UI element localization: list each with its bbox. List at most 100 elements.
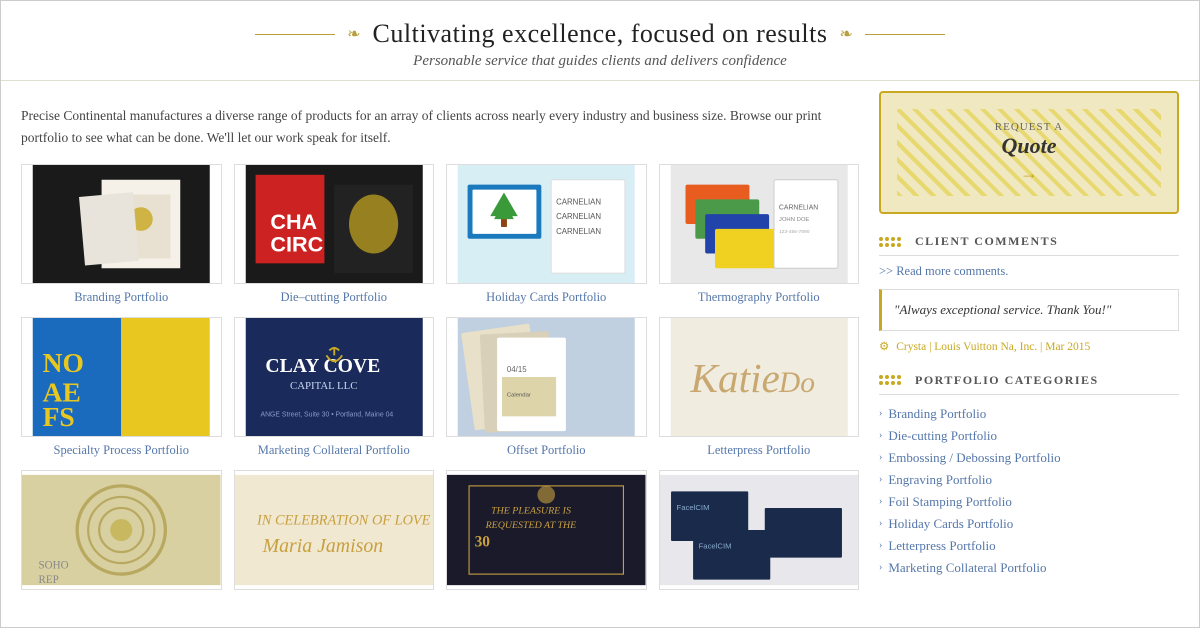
portfolio-item-thermography[interactable]: CARNELIAN JOHN DOE 123-456-7890 Thermogr… [659, 164, 860, 305]
category-link-5[interactable]: Holiday Cards Portfolio [888, 516, 1013, 532]
portfolio-thumb-letterpress2-partial: FacelCIM FacelCIM [659, 470, 860, 590]
portfolio-thumb-offset: 04/15 Calendar [446, 317, 647, 437]
category-list-item: ›Letterpress Portfolio [879, 535, 1179, 557]
right-column: REQUEST a Quote → [879, 91, 1179, 617]
portfolio-thumb-thermography: CARNELIAN JOHN DOE 123-456-7890 [659, 164, 860, 284]
portfolio-label-letterpress[interactable]: Letterpress Portfolio [707, 443, 810, 458]
svg-text:CAPITAL LLC: CAPITAL LLC [290, 380, 357, 392]
portfolio-item-foil-partial[interactable]: IN CELEBRATION OF LOVE Maria Jamison [234, 470, 435, 590]
svg-text:Calendar: Calendar [507, 393, 531, 399]
portfolio-item-holidaycards2-partial[interactable]: THE PLEASURE IS REQUESTED AT THE 30 [446, 470, 647, 590]
portfolio-label-holidaycards[interactable]: Holiday Cards Portfolio [486, 290, 606, 305]
svg-text:SOHO: SOHO [39, 560, 69, 572]
dots-pattern-categories [879, 375, 901, 385]
svg-text:IN CELEBRATION OF LOVE: IN CELEBRATION OF LOVE [256, 513, 431, 529]
portfolio-thumb-holidaycards2-partial: THE PLEASURE IS REQUESTED AT THE 30 [446, 470, 647, 590]
svg-text:JOHN DOE: JOHN DOE [778, 217, 809, 223]
portfolio-label-diecutting[interactable]: Die–cutting Portfolio [280, 290, 387, 305]
ornament-right-icon: ❧ [839, 24, 852, 44]
portfolio-grid: Branding Portfolio CHA CIRC [21, 164, 859, 458]
svg-text:CARNELIAN: CARNELIAN [556, 212, 601, 221]
category-link-4[interactable]: Foil Stamping Portfolio [888, 494, 1012, 510]
category-link-3[interactable]: Engraving Portfolio [888, 472, 992, 488]
portfolio-item-holidaycards[interactable]: CARNELIAN CARNELIAN CARNELIAN Holiday Ca… [446, 164, 647, 305]
svg-text:123-456-7890: 123-456-7890 [778, 229, 809, 235]
svg-text:CARNELIAN: CARNELIAN [778, 204, 817, 211]
page-wrapper: ❧ Cultivating excellence, focused on res… [0, 0, 1200, 628]
svg-text:30: 30 [475, 534, 491, 551]
comment-attribution: ⚙ Crysta | Louis Vuitton Na, Inc. | Mar … [879, 339, 1179, 353]
client-comments-title: CLIENT COMMENTS [915, 234, 1058, 249]
portfolio-categories-heading: PORTFOLIO CATEGORIES [879, 373, 1179, 395]
portfolio-item-diecutting[interactable]: CHA CIRC Die–cutting Portfolio [234, 164, 435, 305]
category-link-0[interactable]: Branding Portfolio [888, 406, 986, 422]
portfolio-item-letterpress[interactable]: Katie Do Letterpress Portfolio [659, 317, 860, 458]
chevron-right-icon: › [879, 408, 882, 419]
svg-text:THE PLEASURE IS: THE PLEASURE IS [491, 506, 571, 517]
left-column: Precise Continental manufactures a diver… [21, 91, 859, 617]
portfolio-label-marketing[interactable]: Marketing Collateral Portfolio [258, 443, 410, 458]
portfolio-grid-partial: SOHO REP IN CELEBRATION OF LOVE Maria Ja… [21, 470, 859, 590]
chevron-right-icon: › [879, 430, 882, 441]
category-list-item: › Die-cutting Portfolio [879, 425, 1179, 447]
svg-text:Katie: Katie [689, 355, 779, 401]
category-list-item: › Branding Portfolio [879, 403, 1179, 425]
svg-text:CLAY COVE: CLAY COVE [265, 355, 380, 377]
request-quote-box[interactable]: REQUEST a Quote → [879, 91, 1179, 214]
header-title: Cultivating excellence, focused on resul… [373, 19, 828, 49]
category-list: › Branding Portfolio › Die-cutting Portfoli… [879, 403, 1179, 579]
portfolio-item-engraving-partial[interactable]: SOHO REP [21, 470, 222, 590]
category-list-item: › Holiday Cards Portfolio [879, 513, 1179, 535]
quote-request-small: REQUEST a [909, 121, 1149, 133]
portfolio-thumb-holidaycards: CARNELIAN CARNELIAN CARNELIAN [446, 164, 647, 284]
category-link-6[interactable]: Letterpress Portfolio [888, 538, 995, 554]
ornament-line-right [865, 34, 945, 35]
portfolio-item-offset[interactable]: 04/15 Calendar Offset Portfolio [446, 317, 647, 458]
svg-text:NO: NO [43, 347, 84, 378]
comment-attribution-text: Crysta | Louis Vuitton Na, Inc. | Mar 20… [896, 341, 1090, 353]
svg-text:CHA: CHA [270, 209, 317, 234]
chevron-right-icon: › [879, 562, 882, 573]
svg-text:REP: REP [39, 574, 59, 586]
category-link-1[interactable]: Die-cutting Portfolio [888, 428, 997, 444]
portfolio-thumb-marketing: CLAY COVE CAPITAL LLC ANGE Street, Suite… [234, 317, 435, 437]
comment-text: "Always exceptional service. Thank You!" [894, 302, 1111, 317]
svg-text:CIRC: CIRC [270, 232, 323, 257]
read-more-comments-link[interactable]: >> Read more comments. [879, 264, 1179, 279]
portfolio-categories-title: PORTFOLIO CATEGORIES [915, 373, 1099, 388]
category-list-item: › Marketing Collateral Portfolio [879, 557, 1179, 579]
svg-text:REQUESTED AT THE: REQUESTED AT THE [485, 520, 577, 531]
attribution-icon: ⚙ [879, 341, 889, 353]
chevron-right-icon: › [879, 452, 882, 463]
chevron-right-icon: › [879, 496, 882, 507]
portfolio-thumb-diecutting: CHA CIRC [234, 164, 435, 284]
portfolio-label-branding[interactable]: Branding Portfolio [74, 290, 168, 305]
portfolio-item-specialty[interactable]: NO AE FS Specialty Process Portfolio [21, 317, 222, 458]
header-ornament: ❧ Cultivating excellence, focused on res… [21, 19, 1179, 49]
quote-box-pattern: REQUEST a Quote → [897, 109, 1161, 196]
client-comments-heading: CLIENT COMMENTS [879, 234, 1179, 256]
portfolio-item-letterpress2-partial[interactable]: FacelCIM FacelCIM [659, 470, 860, 590]
portfolio-label-thermography[interactable]: Thermography Portfolio [698, 290, 820, 305]
quote-arrow-icon: → [909, 163, 1149, 184]
portfolio-item-marketing[interactable]: CLAY COVE CAPITAL LLC ANGE Street, Suite… [234, 317, 435, 458]
svg-text:04/15: 04/15 [507, 365, 527, 374]
chevron-right-icon: › [879, 474, 882, 485]
svg-text:CARNELIAN: CARNELIAN [556, 198, 601, 207]
svg-text:FacelCIM: FacelCIM [676, 503, 709, 512]
svg-text:Maria Jamison: Maria Jamison [261, 535, 383, 557]
category-link-2[interactable]: Embossing / Debossing Portfolio [888, 450, 1060, 466]
chevron-right-icon: › [879, 518, 882, 529]
portfolio-categories-section: PORTFOLIO CATEGORIES › Branding Portfolio… [879, 373, 1179, 579]
portfolio-thumb-engraving-partial: SOHO REP [21, 470, 222, 590]
client-comments-section: CLIENT COMMENTS >> Read more comments. "… [879, 234, 1179, 353]
svg-text:CARNELIAN: CARNELIAN [556, 227, 601, 236]
portfolio-thumb-branding [21, 164, 222, 284]
category-link-7[interactable]: Marketing Collateral Portfolio [888, 560, 1046, 576]
portfolio-thumb-letterpress: Katie Do [659, 317, 860, 437]
portfolio-item-branding[interactable]: Branding Portfolio [21, 164, 222, 305]
svg-text:Do: Do [777, 367, 814, 399]
portfolio-label-specialty[interactable]: Specialty Process Portfolio [54, 443, 189, 458]
portfolio-label-offset[interactable]: Offset Portfolio [507, 443, 586, 458]
category-list-item: › Foil Stamping Portfolio [879, 491, 1179, 513]
